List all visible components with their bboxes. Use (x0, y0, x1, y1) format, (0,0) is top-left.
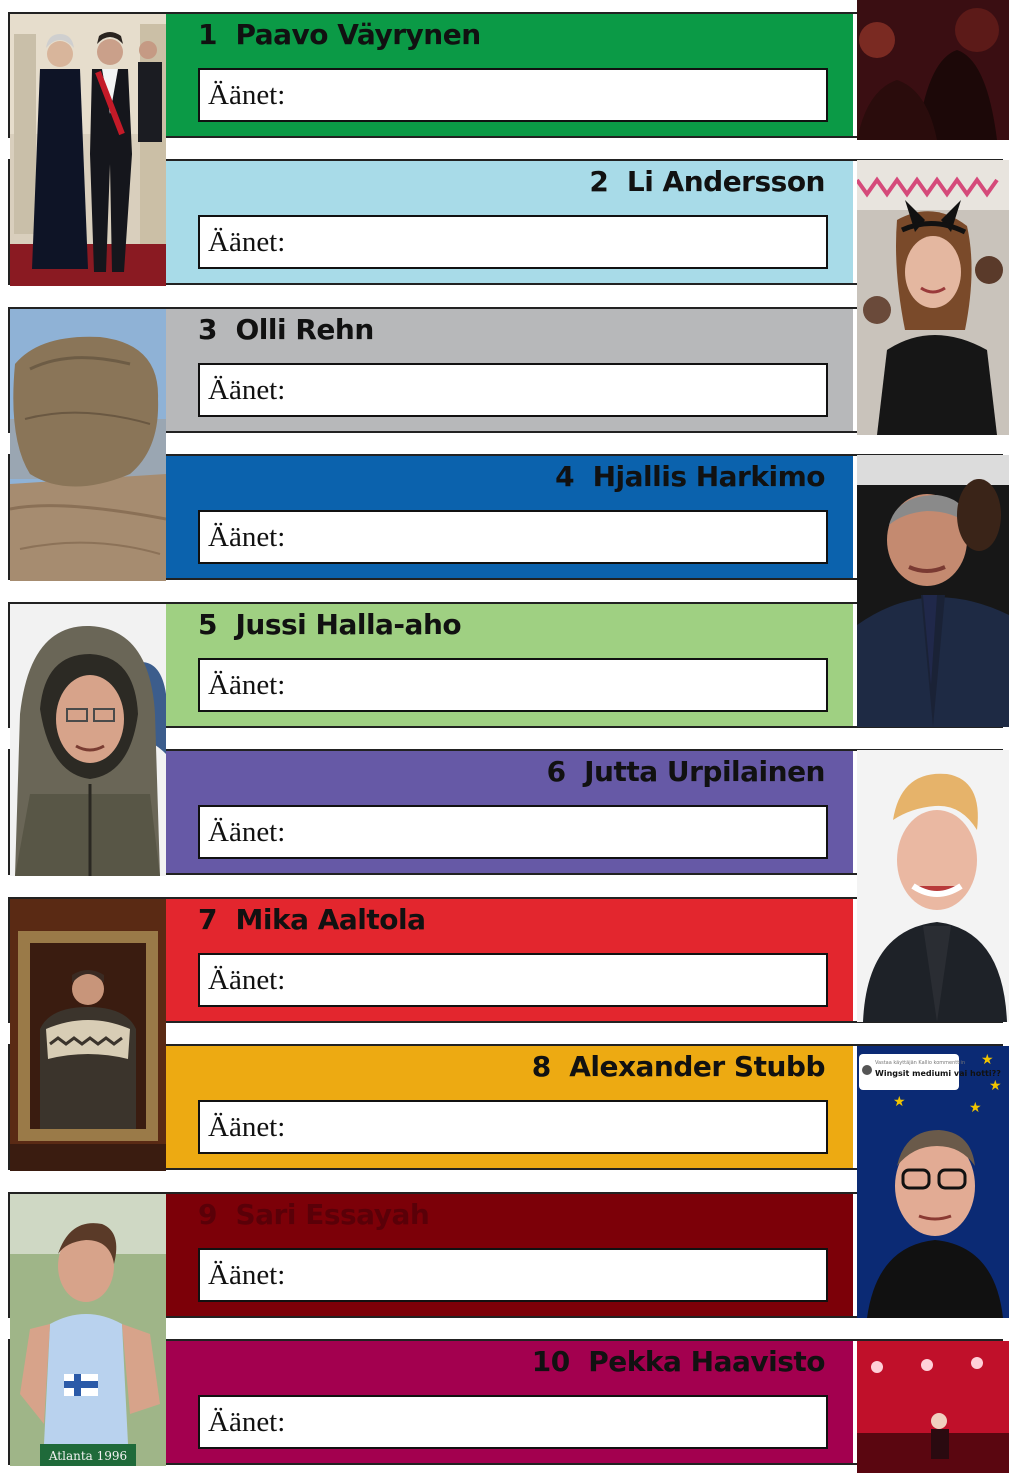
bib-text: Atlanta 1996 (48, 1449, 127, 1463)
candidate-title: 9 Sari Essayah (198, 1198, 430, 1231)
candidate-title: 1 Paavo Väyrynen (198, 18, 481, 51)
comment-bold-text: Wingsit mediumi vai hotti?? (875, 1069, 1001, 1078)
party-crowd-photo (857, 0, 1009, 140)
votes-label: Äänet: (208, 815, 286, 848)
runner-photo: Atlanta 1996 (10, 1194, 166, 1466)
gala-couple-photo (10, 14, 166, 286)
votes-label: Äänet: (208, 373, 286, 406)
comment-reply-text: Vastaa käyttäjän Kallio kommenttiin (875, 1060, 965, 1066)
concert-photo (857, 1341, 1009, 1473)
boulder-photo (10, 309, 166, 581)
framed-man-photo (10, 899, 166, 1171)
votes-label: Äänet: (208, 1110, 286, 1143)
votes-field[interactable]: Äänet: (198, 1248, 828, 1302)
votes-field[interactable]: Äänet: (198, 215, 828, 269)
selfie-stars-photo: ★ ★ ★ ★ Vastaa käyttäjän Kallio kommentt… (857, 1046, 1009, 1318)
votes-label: Äänet: (208, 520, 286, 553)
votes-field[interactable]: Äänet: (198, 805, 828, 859)
votes-field[interactable]: Äänet: (198, 953, 828, 1007)
votes-label: Äänet: (208, 1258, 286, 1291)
votes-field[interactable]: Äänet: (198, 363, 828, 417)
svg-text:★: ★ (893, 1093, 906, 1109)
smiling-man-photo (857, 750, 1009, 1022)
candidate-title: 5 Jussi Halla-aho (198, 608, 462, 641)
votes-label: Äänet: (208, 225, 286, 258)
candidate-title: 6 Jutta Urpilainen (546, 755, 826, 788)
candidate-title: 7 Mika Aaltola (198, 903, 426, 936)
hooded-man-photo (10, 604, 166, 876)
older-man-photo (857, 455, 1009, 727)
svg-text:★: ★ (981, 1051, 994, 1067)
votes-field[interactable]: Äänet: (198, 658, 828, 712)
votes-label: Äänet: (208, 963, 286, 996)
votes-field[interactable]: Äänet: (198, 1395, 828, 1449)
votes-label: Äänet: (208, 78, 286, 111)
candidate-title: 4 Hjallis Harkimo (555, 460, 825, 493)
votes-label: Äänet: (208, 1405, 286, 1438)
svg-text:★: ★ (969, 1099, 982, 1115)
candidate-title: 2 Li Andersson (589, 165, 825, 198)
votes-field[interactable]: Äänet: (198, 1100, 828, 1154)
votes-field[interactable]: Äänet: (198, 510, 828, 564)
candidate-title: 10 Pekka Haavisto (531, 1345, 826, 1378)
svg-text:★: ★ (989, 1077, 1002, 1093)
candidate-title: 8 Alexander Stubb (531, 1050, 826, 1083)
votes-label: Äänet: (208, 668, 286, 701)
cat-ears-woman-photo (857, 160, 1009, 435)
votes-field[interactable]: Äänet: (198, 68, 828, 122)
candidate-title: 3 Olli Rehn (198, 313, 374, 346)
